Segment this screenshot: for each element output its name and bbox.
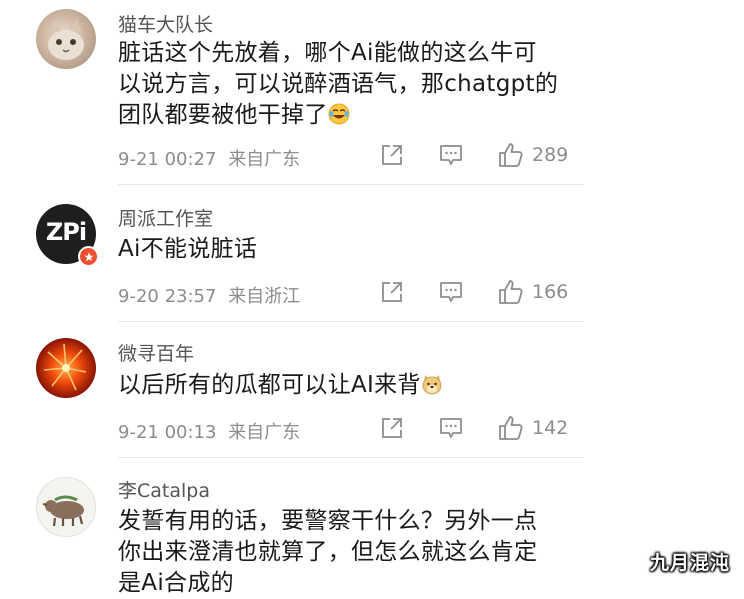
location: 来自浙江 <box>228 286 301 307</box>
divider <box>118 457 584 458</box>
share-button[interactable] <box>380 280 404 304</box>
avatar[interactable]: ZPi <box>36 204 99 267</box>
comment-item: 猫车大队长 脏话这个先放着，哪个Ai能做的这么牛可 以说方言，可以说醉酒语气，那… <box>0 0 744 190</box>
like-button[interactable]: 142 <box>498 415 568 441</box>
timestamp: 9-21 00:27 <box>118 149 217 170</box>
comment-line: Ai不能说脏话 <box>118 236 258 262</box>
comment-item: ZPi 周派工作室 Ai不能说脏话 9-20 23:57 来自浙江 166 <box>0 190 744 326</box>
watermark: 九月混沌 <box>649 552 730 574</box>
comment-line-text: 团队都要被他干掉了 <box>118 102 328 128</box>
comment-icon <box>440 145 462 165</box>
comment-item: 微寻百年 以后所有的瓜都可以让AI来背 9-21 00:13 来自广东 142 <box>0 326 744 461</box>
like-count: 166 <box>532 281 569 303</box>
comment-text: 脏话这个先放着，哪个Ai能做的这么牛可 以说方言，可以说醉酒语气，那chatgp… <box>118 38 578 134</box>
comment-item: 李Catalpa 发誓有用的话，要警察干什么？另外一点 你出来澄清也就算了，但怎… <box>0 461 744 596</box>
share-icon <box>382 418 402 438</box>
avatar[interactable] <box>36 338 96 398</box>
timestamp: 9-20 23:57 <box>118 286 217 307</box>
comment-icon <box>440 418 462 438</box>
divider <box>118 321 584 322</box>
thumbs-up-icon <box>499 280 523 304</box>
thumbs-up-icon <box>499 143 523 167</box>
location: 来自广东 <box>228 422 301 443</box>
timestamp: 9-21 00:13 <box>118 422 217 443</box>
share-button[interactable] <box>380 416 404 440</box>
comment-text: 发誓有用的话，要警察干什么？另外一点 你出来澄清也就算了，但怎么就这么肯定 是A… <box>118 506 578 599</box>
comment-text: Ai不能说脏话 <box>118 234 578 265</box>
badge-icon <box>83 252 94 261</box>
reply-button[interactable] <box>439 144 463 167</box>
reply-button[interactable] <box>439 281 463 304</box>
comment-meta: 9-20 23:57 来自浙江 <box>118 282 300 308</box>
avatar[interactable] <box>36 9 96 69</box>
username[interactable]: 李Catalpa <box>118 476 210 503</box>
username[interactable]: 周派工作室 <box>118 204 213 231</box>
thumbs-up-icon <box>499 416 523 440</box>
laughing-tears-emoji <box>328 103 350 134</box>
like-count: 142 <box>532 417 569 439</box>
doge-emoji <box>421 373 443 404</box>
comment-icon <box>440 282 462 302</box>
verified-badge <box>78 246 99 267</box>
location: 来自广东 <box>228 149 301 170</box>
divider <box>118 184 584 185</box>
avatar[interactable] <box>36 477 96 537</box>
avatar-logo-text: ZPi <box>45 218 87 246</box>
share-icon <box>382 145 402 165</box>
comment-line-text: 以后所有的瓜都可以让AI来背 <box>118 372 421 398</box>
share-icon <box>382 282 402 302</box>
comment-line: 以说方言，可以说醉酒语气，那chatgpt的 <box>118 71 559 97</box>
comment-line: 脏话这个先放着，哪个Ai能做的这么牛可 <box>118 40 537 66</box>
like-count: 289 <box>532 144 569 166</box>
like-button[interactable]: 166 <box>498 279 568 305</box>
comment-meta: 9-21 00:13 来自广东 <box>118 418 300 444</box>
comment-meta: 9-21 00:27 来自广东 <box>118 145 300 171</box>
comment-line: 发誓有用的话，要警察干什么？另外一点 <box>118 508 538 534</box>
username[interactable]: 猫车大队长 <box>118 10 213 37</box>
share-button[interactable] <box>380 143 404 167</box>
comment-line: 团队都要被他干掉了 <box>118 100 578 134</box>
comment-text: 以后所有的瓜都可以让AI来背 <box>118 370 578 404</box>
comment-line: 是Ai合成的 <box>118 570 234 596</box>
username[interactable]: 微寻百年 <box>118 339 194 366</box>
like-button[interactable]: 289 <box>498 142 568 168</box>
reply-button[interactable] <box>439 417 463 440</box>
comment-line: 以后所有的瓜都可以让AI来背 <box>118 370 578 404</box>
comment-line: 你出来澄清也就算了，但怎么就这么肯定 <box>118 539 538 565</box>
